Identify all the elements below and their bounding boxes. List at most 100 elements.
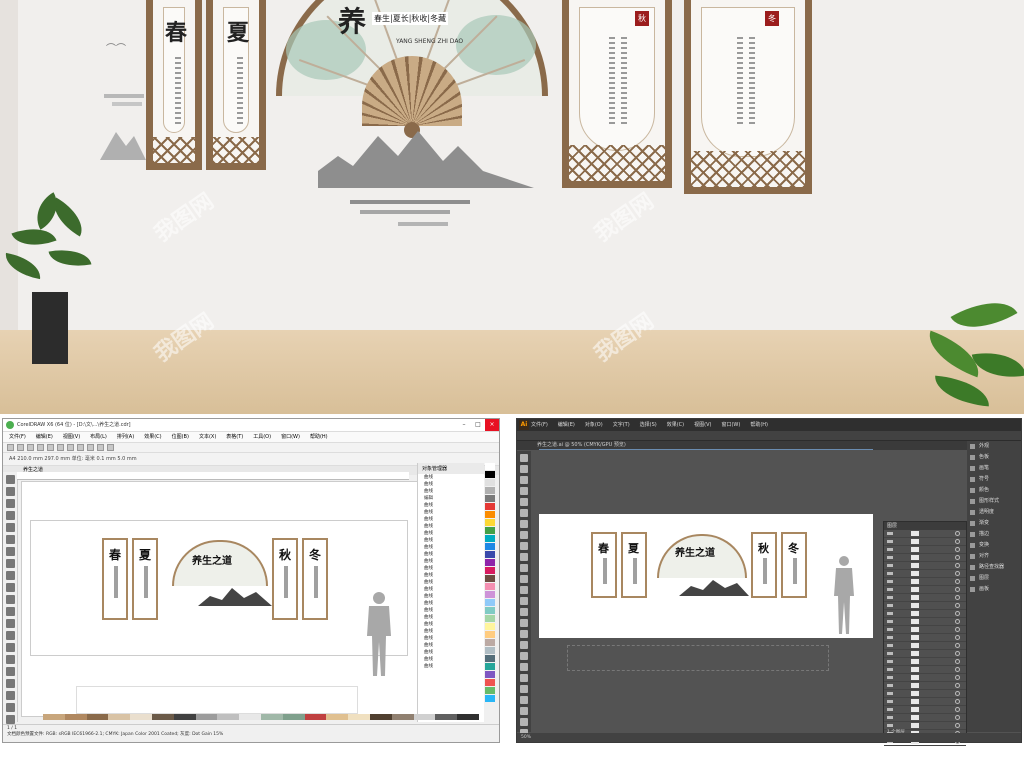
color-swatch[interactable]	[485, 479, 495, 486]
tool-icon[interactable]	[5, 667, 15, 676]
layer-row[interactable]	[884, 634, 966, 642]
color-swatch[interactable]	[485, 655, 495, 662]
layer-row[interactable]	[884, 610, 966, 618]
color-swatch[interactable]	[173, 714, 196, 720]
color-swatch[interactable]	[195, 714, 218, 720]
tool-icon[interactable]	[5, 535, 15, 544]
color-swatch[interactable]	[260, 714, 283, 720]
menu-item[interactable]: 窗口(W)	[281, 432, 300, 442]
target-circle-icon[interactable]	[955, 675, 960, 680]
object-row[interactable]: 曲线	[418, 600, 484, 607]
menu-item[interactable]: 窗口(W)	[721, 419, 740, 431]
target-circle-icon[interactable]	[955, 715, 960, 720]
target-circle-icon[interactable]	[955, 723, 960, 728]
visibility-eye-icon[interactable]	[887, 724, 893, 727]
panel-tab[interactable]: 颜色	[967, 485, 1021, 496]
menu-item[interactable]: 位图(B)	[172, 432, 189, 442]
tool-icon[interactable]	[520, 454, 528, 462]
panel-tab[interactable]: 外观	[967, 441, 1021, 452]
tool-icon[interactable]	[5, 571, 15, 580]
tool-icon[interactable]	[5, 643, 15, 652]
tool-icon[interactable]	[520, 674, 528, 682]
tool-icon[interactable]	[5, 559, 15, 568]
tool-icon[interactable]	[520, 498, 528, 506]
target-circle-icon[interactable]	[955, 571, 960, 576]
visibility-eye-icon[interactable]	[887, 580, 893, 583]
color-swatch[interactable]	[485, 599, 495, 606]
visibility-eye-icon[interactable]	[887, 556, 893, 559]
menu-item[interactable]: 效果(C)	[144, 432, 161, 442]
tool-icon[interactable]	[520, 553, 528, 561]
target-circle-icon[interactable]	[955, 563, 960, 568]
visibility-eye-icon[interactable]	[887, 700, 893, 703]
visibility-eye-icon[interactable]	[887, 532, 893, 535]
target-circle-icon[interactable]	[955, 707, 960, 712]
layer-row[interactable]	[884, 578, 966, 586]
color-swatch[interactable]	[485, 583, 495, 590]
object-row[interactable]: 曲线	[418, 635, 484, 642]
color-swatch[interactable]	[304, 714, 327, 720]
target-circle-icon[interactable]	[955, 643, 960, 648]
tool-icon[interactable]	[520, 465, 528, 473]
color-swatch[interactable]	[326, 714, 349, 720]
panel-tab[interactable]: 图形样式	[967, 496, 1021, 507]
artboard[interactable]: 春 夏 养生之道 秋 冬	[539, 514, 873, 638]
object-row[interactable]: 曲线	[418, 481, 484, 488]
color-swatch[interactable]	[485, 495, 495, 502]
object-row[interactable]: 曲线	[418, 614, 484, 621]
color-swatch[interactable]	[282, 714, 305, 720]
menu-item[interactable]: 文件(F)	[531, 419, 548, 431]
visibility-eye-icon[interactable]	[887, 692, 893, 695]
object-row[interactable]: 曲线	[418, 642, 484, 649]
layer-row[interactable]	[884, 642, 966, 650]
visibility-eye-icon[interactable]	[887, 588, 893, 591]
save-icon[interactable]	[27, 444, 34, 451]
layer-row[interactable]	[884, 562, 966, 570]
layer-row[interactable]	[884, 586, 966, 594]
object-row[interactable]: 曲线	[418, 649, 484, 656]
object-row[interactable]: 曲线	[418, 551, 484, 558]
maximize-icon[interactable]: □	[471, 419, 485, 431]
visibility-eye-icon[interactable]	[887, 676, 893, 679]
export-icon[interactable]	[107, 444, 114, 451]
panel-tab[interactable]: 描边	[967, 529, 1021, 540]
color-swatch[interactable]	[43, 714, 65, 720]
tool-icon[interactable]	[5, 655, 15, 664]
object-row[interactable]: 曲线	[418, 663, 484, 670]
visibility-eye-icon[interactable]	[887, 636, 893, 639]
color-swatch[interactable]	[348, 714, 370, 720]
visibility-eye-icon[interactable]	[887, 612, 893, 615]
color-swatch[interactable]	[217, 714, 240, 720]
undo-icon[interactable]	[77, 444, 84, 451]
drawing-canvas[interactable]: 春 夏 养生之道 秋 冬	[21, 481, 419, 717]
visibility-eye-icon[interactable]	[887, 604, 893, 607]
paste-icon[interactable]	[67, 444, 74, 451]
visibility-eye-icon[interactable]	[887, 652, 893, 655]
color-swatch[interactable]	[485, 527, 495, 534]
target-circle-icon[interactable]	[955, 651, 960, 656]
color-swatch[interactable]	[130, 714, 152, 720]
tool-icon[interactable]	[520, 586, 528, 594]
color-swatch[interactable]	[485, 647, 495, 654]
layer-row[interactable]	[884, 658, 966, 666]
menu-item[interactable]: 文字(T)	[613, 419, 630, 431]
menu-item[interactable]: 视图(V)	[694, 419, 711, 431]
target-circle-icon[interactable]	[955, 691, 960, 696]
object-row[interactable]: 曲线	[418, 509, 484, 516]
visibility-eye-icon[interactable]	[887, 660, 893, 663]
visibility-eye-icon[interactable]	[887, 596, 893, 599]
color-swatch[interactable]	[457, 714, 479, 720]
layer-row[interactable]	[884, 570, 966, 578]
target-circle-icon[interactable]	[955, 603, 960, 608]
visibility-eye-icon[interactable]	[887, 708, 893, 711]
layer-row[interactable]	[884, 554, 966, 562]
color-swatch[interactable]	[485, 519, 495, 526]
layer-row[interactable]	[884, 618, 966, 626]
layer-row[interactable]	[884, 602, 966, 610]
tool-icon[interactable]	[520, 630, 528, 638]
color-swatch[interactable]	[485, 679, 495, 686]
visibility-eye-icon[interactable]	[887, 668, 893, 671]
import-icon[interactable]	[97, 444, 104, 451]
tool-icon[interactable]	[520, 663, 528, 671]
object-row[interactable]: 曲线	[418, 488, 484, 495]
